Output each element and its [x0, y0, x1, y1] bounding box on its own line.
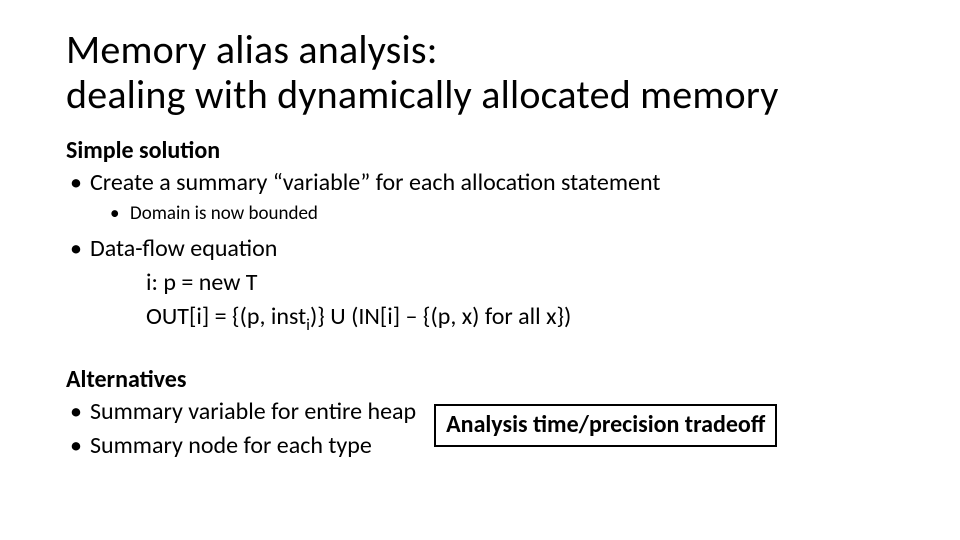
sub-bullet-domain-bounded: Domain is now bounded	[66, 201, 894, 227]
equation-line-2-post: )} U (IN[i] – {(p, x) for all x})	[310, 302, 571, 331]
spacer	[66, 339, 894, 365]
title-line-1: Memory alias analysis:	[66, 25, 438, 74]
bullet-summary-entire-heap: Summary variable for entire heap	[66, 396, 416, 428]
section-heading-simple-solution: Simple solution	[66, 136, 894, 165]
section-heading-alternatives: Alternatives	[66, 365, 894, 394]
tradeoff-box: Analysis time/precision tradeoff	[434, 404, 777, 447]
alternatives-row: Summary variable for entire heap Summary…	[66, 396, 894, 465]
bullet-data-flow-equation: Data-flow equation	[66, 233, 894, 265]
slide-title: Memory alias analysis: dealing with dyna…	[66, 28, 894, 118]
title-line-2: dealing with dynamically allocated memor…	[66, 70, 779, 119]
equation-line-1: i: p = new T	[66, 267, 894, 299]
equation-line-2: OUT[i] = {(p, insti)} U (IN[i] – {(p, x)…	[66, 301, 894, 336]
bullet-create-summary-variable: Create a summary “variable” for each all…	[66, 167, 894, 199]
equation-line-2-pre: OUT[i] = {(p, inst	[146, 302, 306, 331]
slide: Memory alias analysis: dealing with dyna…	[0, 0, 960, 540]
bullet-summary-each-type: Summary node for each type	[66, 430, 416, 462]
alternatives-bullets: Summary variable for entire heap Summary…	[66, 396, 416, 465]
